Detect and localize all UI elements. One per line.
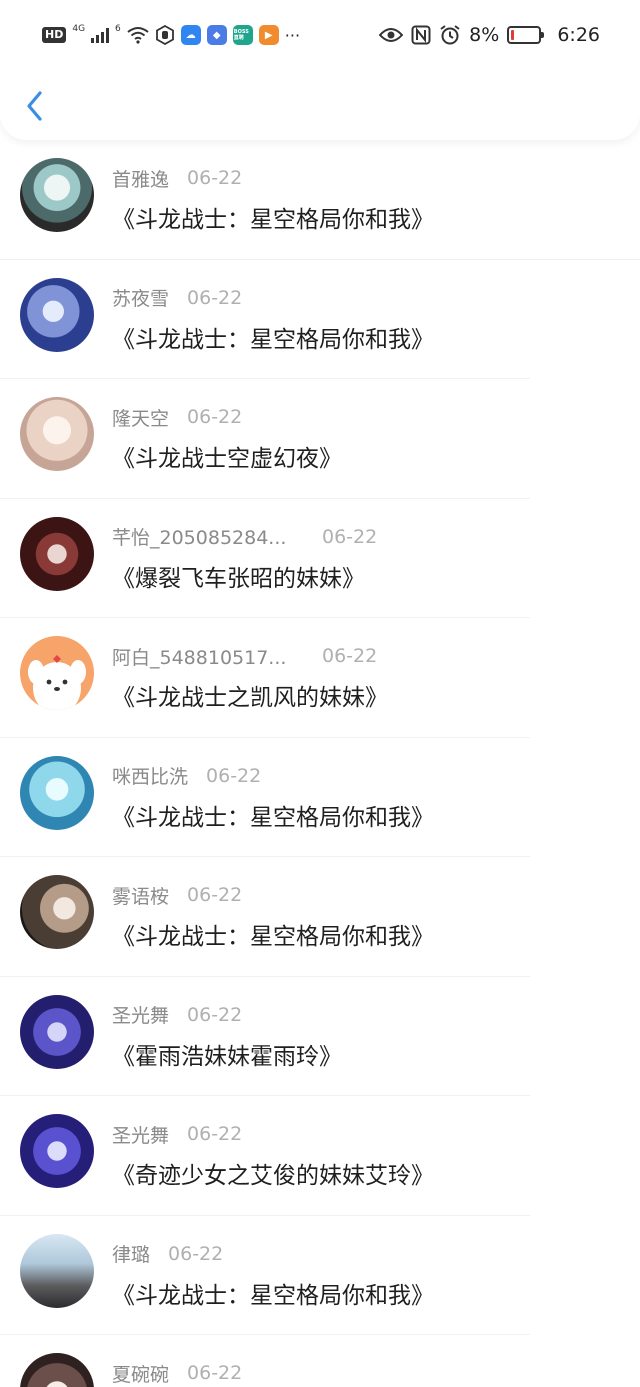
battery-level-fill [511, 30, 515, 40]
wifi-version-label: 6 [115, 24, 121, 34]
comment-date: 06-22 [322, 645, 378, 667]
username[interactable]: 苏夜雪 [112, 284, 169, 311]
diamond-app-icon: ◆ [206, 25, 227, 45]
comment-meta: 律璐 06-22 [112, 1240, 224, 1267]
back-button[interactable] [22, 88, 50, 124]
comment-meta: 圣光舞 06-22 [112, 1001, 243, 1028]
boss-app-icon: BOSS直聘 [232, 25, 253, 45]
comment-date: 06-22 [187, 1003, 243, 1026]
book-title[interactable]: 《斗龙战士：星空格局你和我》 [112, 200, 434, 234]
comment-date: 06-22 [187, 1362, 243, 1384]
avatar[interactable] [20, 397, 94, 471]
username[interactable]: 首雅逸 [112, 165, 169, 192]
username[interactable]: 雾语桉 [112, 882, 169, 909]
book-title[interactable]: 《斗龙战士之凯风的妹妹》 [112, 678, 388, 712]
username[interactable]: 律璐 [112, 1240, 150, 1267]
hand-icon [155, 25, 174, 45]
comment-meta: 芊怡_205085284... 06-22 [112, 523, 378, 550]
avatar[interactable] [20, 636, 94, 710]
avatar[interactable] [20, 516, 94, 591]
more-notifications-icon: ··· [284, 25, 301, 45]
comment-meta: 苏夜雪 06-22 [112, 284, 243, 311]
book-title[interactable]: 《霍雨浩妹妹霍雨玲》 [112, 1037, 342, 1071]
comment-meta: 首雅逸 06-22 [112, 165, 243, 192]
avatar[interactable] [20, 158, 94, 232]
network-type-label: 4G [72, 24, 86, 34]
avatar[interactable] [20, 1114, 94, 1188]
list-item[interactable]: 咪西比洗 06-22 《斗龙战士：星空格局你和我》 [0, 738, 640, 857]
list-item[interactable]: 雾语桉 06-22 《斗龙战士：星空格局你和我》 [0, 857, 640, 977]
avatar[interactable] [20, 1353, 94, 1387]
comment-date: 06-22 [168, 1242, 224, 1265]
list-item[interactable]: 首雅逸 06-22 《斗龙战士：星空格局你和我》 [0, 140, 640, 260]
comment-date: 06-22 [322, 525, 378, 548]
list-item[interactable]: 圣光舞 06-22 《奇迹少女之艾俊的妹妹艾玲》 [0, 1096, 640, 1216]
battery-percent: 8% [469, 24, 500, 46]
avatar[interactable] [20, 994, 94, 1069]
list-item[interactable]: 芊怡_205085284... 06-22 《爆裂飞车张昭的妹妹》 [0, 499, 640, 618]
alarm-icon [440, 25, 460, 45]
username[interactable]: 咪西比洗 [112, 762, 188, 789]
book-title[interactable]: 《斗龙战士空虚幻夜》 [112, 439, 342, 473]
username[interactable]: 圣光舞 [112, 1121, 169, 1148]
eye-icon [379, 28, 404, 42]
comment-date: 06-22 [187, 406, 243, 428]
username[interactable]: 隆天空 [112, 404, 169, 431]
list-item[interactable]: 圣光舞 06-22 《霍雨浩妹妹霍雨玲》 [0, 977, 640, 1096]
comment-date: 06-22 [187, 286, 243, 309]
play-app-icon: ▶ [258, 25, 279, 45]
status-bar: HD 4G 6 ☁ ◆ BOSS直聘 ▶ ··· 8% 6:26 [0, 0, 640, 70]
clock-time: 6:26 [557, 24, 600, 46]
username[interactable]: 夏碗碗 [112, 1360, 169, 1387]
book-title[interactable]: 《斗龙战士：星空格局你和我》 [112, 798, 434, 832]
comment-meta: 圣光舞 06-22 [112, 1121, 243, 1148]
comment-meta: 咪西比洗 06-22 [112, 762, 262, 789]
book-title[interactable]: 《斗龙战士：星空格局你和我》 [112, 1276, 434, 1310]
book-title[interactable]: 《斗龙战士：星空格局你和我》 [112, 320, 434, 354]
comment-meta: 雾语桉 06-22 [112, 882, 243, 909]
avatar[interactable] [20, 277, 94, 352]
book-title[interactable]: 《斗龙战士：星空格局你和我》 [112, 917, 434, 951]
comment-date: 06-22 [187, 884, 243, 906]
comment-meta: 隆天空 06-22 [112, 404, 243, 431]
list-item[interactable]: 阿白_548810517... 06-22 《斗龙战士之凯风的妹妹》 [0, 618, 640, 738]
top-header: HD 4G 6 ☁ ◆ BOSS直聘 ▶ ··· 8% 6:26 [0, 0, 640, 140]
list-item[interactable]: 夏碗碗 06-22 [0, 1335, 640, 1387]
comment-list: 首雅逸 06-22 《斗龙战士：星空格局你和我》 苏夜雪 06-22 《斗龙战士… [0, 140, 640, 1387]
list-item[interactable]: 苏夜雪 06-22 《斗龙战士：星空格局你和我》 [0, 260, 640, 379]
comment-date: 06-22 [187, 167, 243, 189]
status-bar-right: 8% 6:26 [379, 22, 600, 48]
comment-date: 06-22 [206, 764, 262, 787]
avatar[interactable] [20, 755, 94, 830]
comment-meta: 阿白_548810517... 06-22 [112, 643, 378, 670]
comment-meta: 夏碗碗 06-22 [112, 1360, 243, 1387]
list-item[interactable]: 律璐 06-22 《斗龙战士：星空格局你和我》 [0, 1216, 640, 1335]
status-bar-left: HD 4G 6 ☁ ◆ BOSS直聘 ▶ ··· [42, 22, 300, 48]
username[interactable]: 芊怡_205085284... [112, 523, 292, 550]
battery-icon [507, 26, 545, 44]
book-title[interactable]: 《奇迹少女之艾俊的妹妹艾玲》 [112, 1156, 434, 1190]
cartoon-dog-image [28, 655, 86, 710]
hd-badge: HD [42, 27, 67, 43]
cloud-app-icon: ☁ [180, 25, 201, 45]
avatar[interactable] [20, 875, 94, 949]
list-item[interactable]: 隆天空 06-22 《斗龙战士空虚幻夜》 [0, 379, 640, 499]
comment-date: 06-22 [187, 1123, 243, 1145]
avatar[interactable] [20, 1233, 94, 1308]
username[interactable]: 阿白_548810517... [112, 643, 292, 670]
signal-icon [91, 27, 110, 43]
chevron-left-icon [27, 91, 42, 121]
wifi-icon [127, 27, 149, 44]
book-title[interactable]: 《爆裂飞车张昭的妹妹》 [112, 559, 365, 593]
username[interactable]: 圣光舞 [112, 1001, 169, 1028]
nfc-icon [411, 25, 431, 45]
